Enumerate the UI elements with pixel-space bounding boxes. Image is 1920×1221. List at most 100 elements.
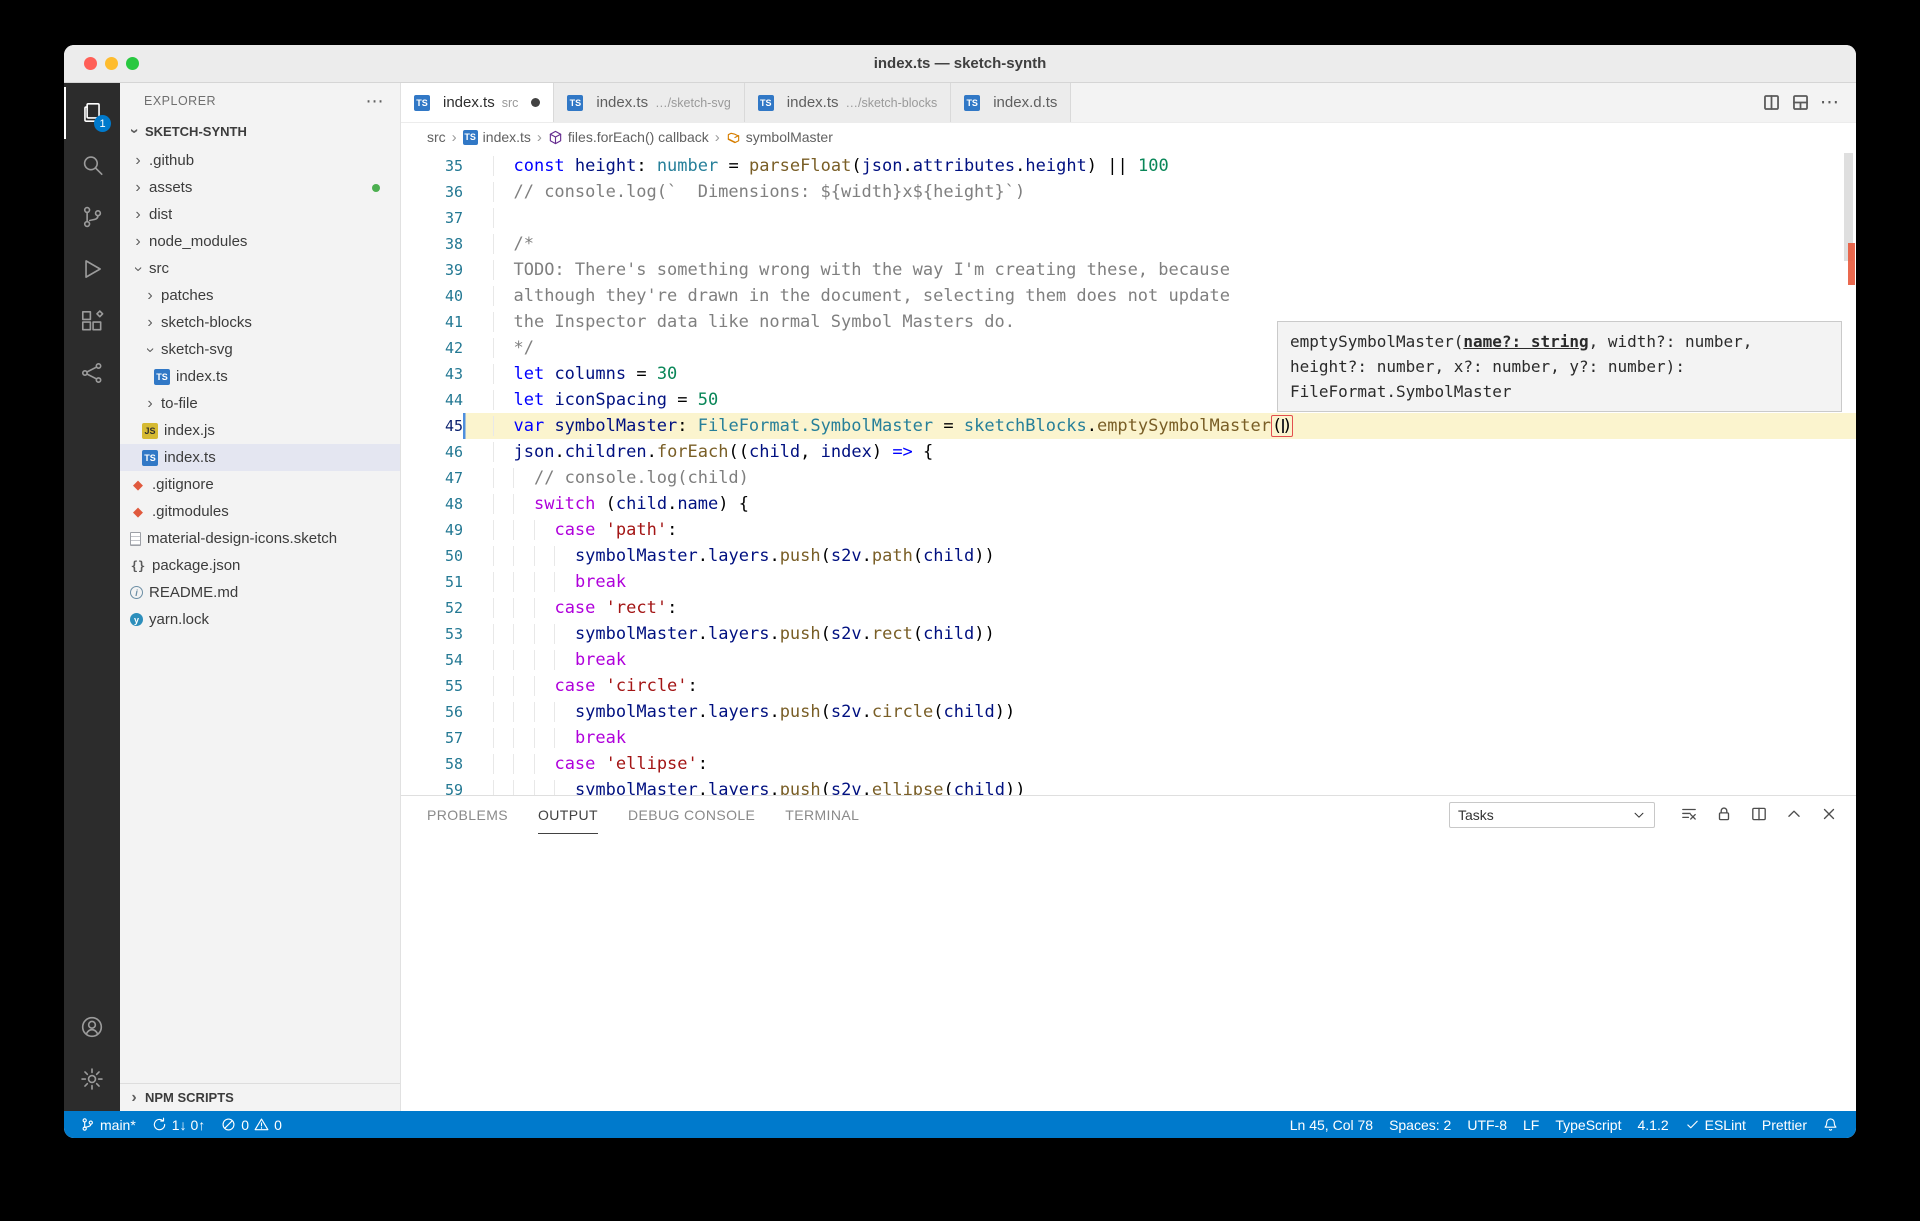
status-spaces-2[interactable]: Spaces: 2 [1381, 1117, 1459, 1133]
status-typescript[interactable]: TypeScript [1547, 1117, 1629, 1133]
code-line-49[interactable]: 49 case 'path': [401, 517, 1856, 543]
activity-references-button[interactable] [64, 347, 120, 399]
close-window-button[interactable] [84, 57, 97, 70]
tree-item-sketch-blocks[interactable]: › sketch-blocks [120, 309, 400, 336]
tree-item-index.ts[interactable]: TS index.ts [120, 363, 400, 390]
activity-search-button[interactable] [64, 139, 120, 191]
editor-layout-icon[interactable] [1791, 93, 1810, 112]
breadcrumb-index-ts[interactable]: TS index.ts [462, 129, 531, 145]
output-panel-content[interactable] [401, 834, 1856, 1111]
status-ln-45-col-78[interactable]: Ln 45, Col 78 [1282, 1117, 1381, 1133]
panel-tab-problems[interactable]: PROBLEMS [427, 796, 508, 834]
output-channel-select[interactable]: Tasks [1449, 802, 1655, 828]
tree-item-index.js[interactable]: JS index.js [120, 417, 400, 444]
tree-item-package.json[interactable]: {} package.json [120, 552, 400, 579]
activity-extensions-button[interactable] [64, 295, 120, 347]
code-line-51[interactable]: 51 break [401, 569, 1856, 595]
code-line-46[interactable]: 46 json.children.forEach((child, index) … [401, 439, 1856, 465]
tree-item-.github[interactable]: › .github [120, 147, 400, 174]
tree-item-dist[interactable]: › dist [120, 201, 400, 228]
activity-settings-button[interactable] [64, 1053, 120, 1105]
tree-item-label: index.ts [176, 368, 228, 385]
chevron-right-icon: › [147, 286, 153, 304]
lock-button[interactable] [1715, 805, 1735, 825]
code-line-38[interactable]: 38 /* [401, 231, 1856, 257]
editor-tab-index.d.ts[interactable]: TS index.d.ts [951, 83, 1072, 122]
git-branch-status[interactable]: main* [72, 1111, 144, 1138]
tree-item-index.ts[interactable]: TS index.ts [120, 444, 400, 471]
code-line-56[interactable]: 56 symbolMaster.layers.push(s2v.circle(c… [401, 699, 1856, 725]
editor-tab-index.ts[interactable]: TS index.ts src [401, 83, 555, 122]
activity-account-button[interactable] [64, 1001, 120, 1053]
code-editor[interactable]: 35 const height: number = parseFloat(jso… [401, 151, 1856, 795]
tree-item-material-design-icons.sketch[interactable]: material-design-icons.sketch [120, 525, 400, 552]
code-line-47[interactable]: 47 // console.log(child) [401, 465, 1856, 491]
code-line-48[interactable]: 48 switch (child.name) { [401, 491, 1856, 517]
code-line-36[interactable]: 36 // console.log(` Dimensions: ${width}… [401, 179, 1856, 205]
npm-scripts-label: NPM SCRIPTS [145, 1090, 234, 1105]
panel-tab-debug-console[interactable]: DEBUG CONSOLE [628, 796, 755, 834]
code-line-58[interactable]: 58 case 'ellipse': [401, 751, 1856, 777]
split-editor-icon[interactable] [1762, 93, 1781, 112]
activity-source-control-button[interactable] [64, 191, 120, 243]
breadcrumb-symbolMaster[interactable]: symbolMaster [726, 129, 833, 145]
tree-item-.gitignore[interactable]: ◆ .gitignore [120, 471, 400, 498]
tree-item-assets[interactable]: › assets [120, 174, 400, 201]
breadcrumb-src[interactable]: src [427, 129, 446, 145]
code-line-53[interactable]: 53 symbolMaster.layers.push(s2v.rect(chi… [401, 621, 1856, 647]
line-number: 53 [444, 625, 463, 643]
zoom-window-button[interactable] [126, 57, 139, 70]
more-actions-icon[interactable]: ⋯ [1820, 91, 1840, 114]
status-4-1-2[interactable]: 4.1.2 [1629, 1117, 1676, 1133]
code-line-55[interactable]: 55 case 'circle': [401, 673, 1856, 699]
panel-tab-output[interactable]: OUTPUT [538, 796, 598, 834]
git-sync-status[interactable]: 1↓ 0↑ [144, 1111, 213, 1138]
editor-group: TS index.ts src TS index.ts …/sketch-svg TS ind… [401, 83, 1856, 1111]
workspace-section-header[interactable]: › SKETCH-SYNTH [120, 119, 400, 143]
search-icon [79, 152, 105, 178]
tree-item-node_modules[interactable]: › node_modules [120, 228, 400, 255]
code-line-39[interactable]: 39 TODO: There's something wrong with th… [401, 257, 1856, 283]
activity-run-debug-button[interactable] [64, 243, 120, 295]
line-content: symbolMaster.layers.push(s2v.ellipse(chi… [463, 777, 1856, 795]
tree-item-sketch-svg[interactable]: › sketch-svg [120, 336, 400, 363]
npm-scripts-section[interactable]: › NPM SCRIPTS [120, 1083, 400, 1111]
status-bell[interactable] [1815, 1117, 1846, 1132]
activity-explorer-button[interactable]: 1 [64, 87, 120, 139]
typescript-file-icon: TS [757, 94, 774, 111]
status-lf[interactable]: LF [1515, 1117, 1547, 1133]
panel-tab-strip: PROBLEMS OUTPUT DEBUG CONSOLE TERMINAL [427, 796, 859, 834]
line-number: 50 [444, 547, 463, 565]
open-in-editor-button[interactable] [1750, 805, 1770, 825]
code-line-35[interactable]: 35 const height: number = parseFloat(jso… [401, 153, 1856, 179]
status-eslint[interactable]: ESLint [1677, 1117, 1754, 1133]
breadcrumb-files-forEach-callback[interactable]: files.forEach() callback [548, 129, 709, 145]
code-line-40[interactable]: 40 although they're drawn in the documen… [401, 283, 1856, 309]
code-line-45[interactable]: 45 var symbolMaster: FileFormat.SymbolMa… [401, 413, 1856, 439]
editor-tab-index.ts[interactable]: TS index.ts …/sketch-blocks [744, 83, 952, 122]
bottom-panel: PROBLEMS OUTPUT DEBUG CONSOLE TERMINAL Task… [401, 795, 1856, 1111]
tree-item-yarn.lock[interactable]: y yarn.lock [120, 606, 400, 633]
maximize-panel-button[interactable] [1785, 805, 1805, 825]
minimize-window-button[interactable] [105, 57, 118, 70]
sidebar-more-actions-icon[interactable]: ⋯ [366, 92, 385, 110]
code-line-54[interactable]: 54 break [401, 647, 1856, 673]
editor-tab-index.ts[interactable]: TS index.ts …/sketch-svg [554, 83, 745, 122]
tree-item-patches[interactable]: › patches [120, 282, 400, 309]
status-prettier[interactable]: Prettier [1754, 1117, 1815, 1133]
status-utf-8[interactable]: UTF-8 [1459, 1117, 1515, 1133]
close-panel-button[interactable] [1820, 805, 1840, 825]
code-line-59[interactable]: 59 symbolMaster.layers.push(s2v.ellipse(… [401, 777, 1856, 795]
tree-item-to-file[interactable]: › to-file [120, 390, 400, 417]
tree-item-README.md[interactable]: i README.md [120, 579, 400, 606]
panel-tab-terminal[interactable]: TERMINAL [785, 796, 859, 834]
code-line-52[interactable]: 52 case 'rect': [401, 595, 1856, 621]
tree-item-.gitmodules[interactable]: ◆ .gitmodules [120, 498, 400, 525]
problems-status[interactable]: 00 [213, 1111, 290, 1138]
ts-file-icon: TS [142, 449, 158, 466]
tree-item-src[interactable]: › src [120, 255, 400, 282]
code-line-37[interactable]: 37 [401, 205, 1856, 231]
code-line-50[interactable]: 50 symbolMaster.layers.push(s2v.path(chi… [401, 543, 1856, 569]
clear-output-button[interactable] [1680, 805, 1700, 825]
code-line-57[interactable]: 57 break [401, 725, 1856, 751]
